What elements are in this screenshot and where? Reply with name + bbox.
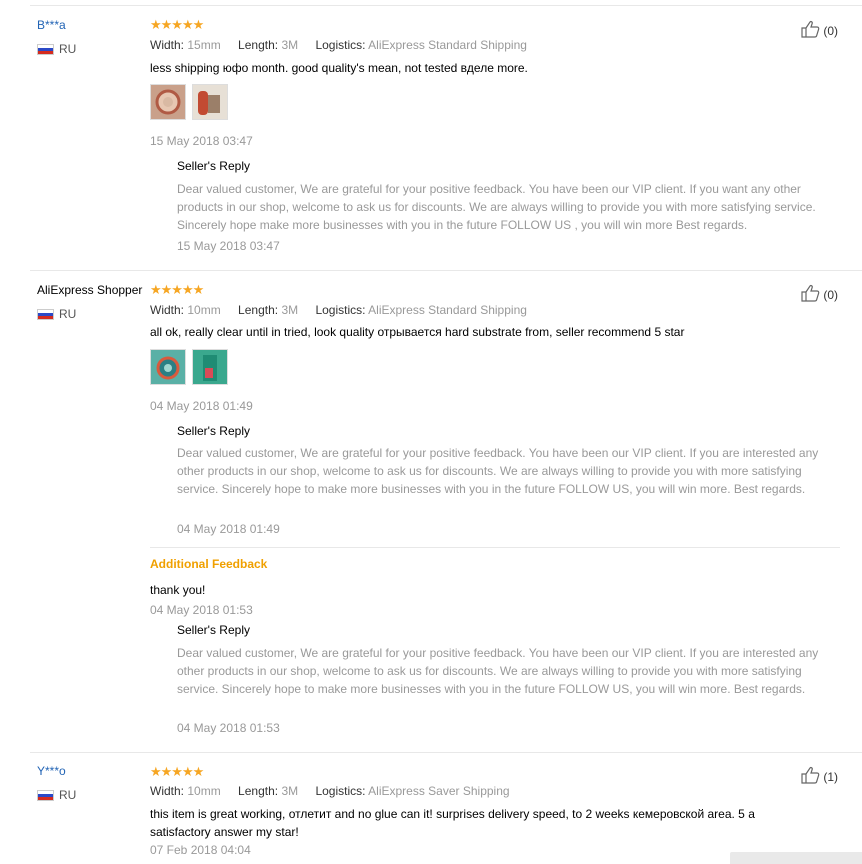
length-label: Length: [238,303,279,317]
width-value: 15mm [187,38,221,52]
reviewer-name: AliExpress Shopper [37,283,143,297]
helpful-button[interactable]: (0) [801,20,838,41]
logistics-value: AliExpress Saver Shipping [368,784,510,798]
review-photo[interactable] [150,84,186,120]
review-date: 07 Feb 2018 04:04 [150,843,251,857]
reviewer-country: RU [37,307,76,321]
seller-reply-date: 04 May 2018 01:49 [177,522,280,536]
thumbs-up-icon [801,284,821,305]
length-label: Length: [238,38,279,52]
divider [150,547,840,548]
additional-feedback-date: 04 May 2018 01:53 [150,603,253,617]
width-label: Width: [150,38,185,52]
thumbs-up-icon [801,20,821,41]
review-photo[interactable] [192,349,228,385]
seller-reply-text: Dear valued customer, We are grateful fo… [177,182,816,232]
logistics-value: AliExpress Standard Shipping [368,303,527,317]
review-text: this item is great working, отлетит and … [150,807,755,839]
thumbs-up-icon [801,766,821,787]
helpful-button[interactable]: (1) [801,766,838,787]
country-code: RU [59,42,77,56]
seller-reply-date: 15 May 2018 03:47 [177,239,280,253]
seller-reply-title: Seller's Reply [177,159,250,173]
length-value: 3M [281,38,299,52]
star-rating: ★★★★★ [150,17,204,32]
review-photos [150,84,228,120]
reviewer-name[interactable]: Y***o [37,764,66,778]
floating-panel-edge [730,852,862,864]
star-rating: ★★★★★ [150,282,204,297]
length-label: Length: [238,784,279,798]
helpful-count: (0) [823,287,838,302]
product-attributes: Width: 15mm Length: 3M Logistics: AliExp… [150,38,527,52]
width-label: Width: [150,303,185,317]
product-attributes: Width: 10mm Length: 3M Logistics: AliExp… [150,784,510,798]
review-text: all ok, really clear until in tried, loo… [150,325,685,339]
review-photos [150,349,228,385]
divider [30,270,862,271]
reviewer-country: RU [37,788,76,802]
russia-flag-icon [37,308,54,320]
helpful-button[interactable]: (0) [801,284,838,305]
seller-reply-title: Seller's Reply [177,623,250,637]
width-value: 10mm [187,303,221,317]
star-rating: ★★★★★ [150,764,204,779]
divider [30,752,862,753]
product-attributes: Width: 10mm Length: 3M Logistics: AliExp… [150,303,527,317]
review-photo[interactable] [192,84,228,120]
reviewer-name[interactable]: B***a [37,18,66,32]
russia-flag-icon [37,43,54,55]
seller-reply-date: 04 May 2018 01:53 [177,721,280,735]
logistics-value: AliExpress Standard Shipping [368,38,527,52]
country-code: RU [59,307,77,321]
review-text: less shipping юфо month. good quality's … [150,61,528,75]
helpful-count: (0) [823,23,838,38]
divider [30,5,862,6]
seller-reply-text: Dear valued customer, We are grateful fo… [177,446,819,496]
logistics-label: Logistics: [315,784,366,798]
helpful-count: (1) [823,769,838,784]
review-date: 04 May 2018 01:49 [150,399,253,413]
seller-reply-text: Dear valued customer, We are grateful fo… [177,646,819,696]
additional-feedback-text: thank you! [150,583,206,597]
review-photo[interactable] [150,349,186,385]
length-value: 3M [281,784,299,798]
russia-flag-icon [37,789,54,801]
seller-reply-title: Seller's Reply [177,424,250,438]
width-value: 10mm [187,784,221,798]
reviewer-country: RU [37,42,76,56]
review-date: 15 May 2018 03:47 [150,134,253,148]
additional-feedback-title: Additional Feedback [150,557,268,571]
logistics-label: Logistics: [315,38,366,52]
length-value: 3M [281,303,299,317]
width-label: Width: [150,784,185,798]
country-code: RU [59,788,77,802]
logistics-label: Logistics: [315,303,366,317]
